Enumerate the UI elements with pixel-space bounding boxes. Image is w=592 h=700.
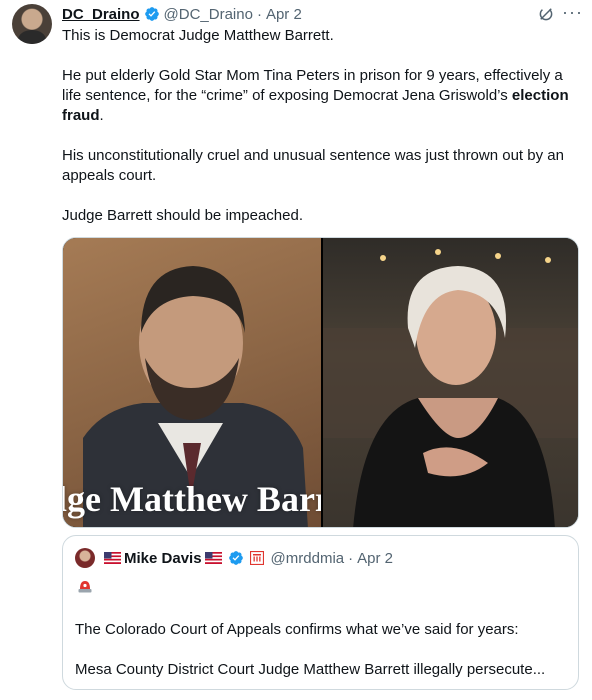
- more-icon[interactable]: ···: [562, 2, 583, 22]
- quote-date[interactable]: Apr 2: [357, 550, 393, 567]
- quoted-post[interactable]: Mike Davis @mrddmia · Apr 2 The Colorado…: [62, 535, 579, 690]
- quote-header: Mike Davis @mrddmia · Apr 2: [101, 548, 393, 568]
- post-text: He put elderly Gold Star Mom Tina Peters…: [62, 67, 563, 104]
- quote-body: The Colorado Court of Appeals confirms w…: [75, 620, 570, 700]
- post-paragraph: Judge Barrett should be impeached.: [62, 207, 303, 224]
- separator-dot: ·: [256, 5, 262, 23]
- author-name[interactable]: DC_Draino: [62, 6, 140, 23]
- quote-avatar[interactable]: [75, 548, 95, 568]
- post-avatar[interactable]: [12, 4, 52, 44]
- verified-badge-icon: [144, 7, 159, 21]
- government-affiliation-icon: [249, 551, 264, 565]
- post-header: DC_Draino @DC_Draino · Apr 2: [62, 4, 302, 24]
- separator-dot: ·: [348, 549, 354, 567]
- author-handle[interactable]: @DC_Draino: [164, 6, 253, 23]
- image-caption: lge Matthew Barr: [63, 479, 321, 519]
- judge-photo[interactable]: lge Matthew Barr: [63, 238, 321, 527]
- quote-handle[interactable]: @mrddmia: [271, 550, 345, 567]
- media-grid: lge Matthew Barr: [62, 237, 579, 528]
- post-paragraph: He put elderly Gold Star Mom Tina Peters…: [62, 66, 582, 126]
- verified-badge-icon: [228, 551, 243, 565]
- post-date[interactable]: Apr 2: [266, 6, 302, 23]
- us-flag-icon: [104, 552, 121, 564]
- woman-illustration: [323, 249, 578, 527]
- post-paragraph: This is Democrat Judge Matthew Barrett.: [62, 27, 334, 44]
- quote-author-name[interactable]: Mike Davis: [124, 550, 202, 567]
- siren-emoji-icon: [78, 581, 92, 593]
- post-text: .: [99, 107, 104, 124]
- tina-peters-photo[interactable]: [323, 238, 578, 527]
- us-flag-icon: [204, 552, 222, 564]
- post-body: This is Democrat Judge Matthew Barrett. …: [62, 26, 582, 246]
- grok-icon[interactable]: [537, 5, 555, 23]
- quote-paragraph: The Colorado Court of Appeals confirms w…: [75, 621, 519, 638]
- post-paragraph: His unconstitutionally cruel and unusual…: [62, 147, 564, 184]
- quote-paragraph: Mesa County District Court Judge Matthew…: [75, 661, 546, 678]
